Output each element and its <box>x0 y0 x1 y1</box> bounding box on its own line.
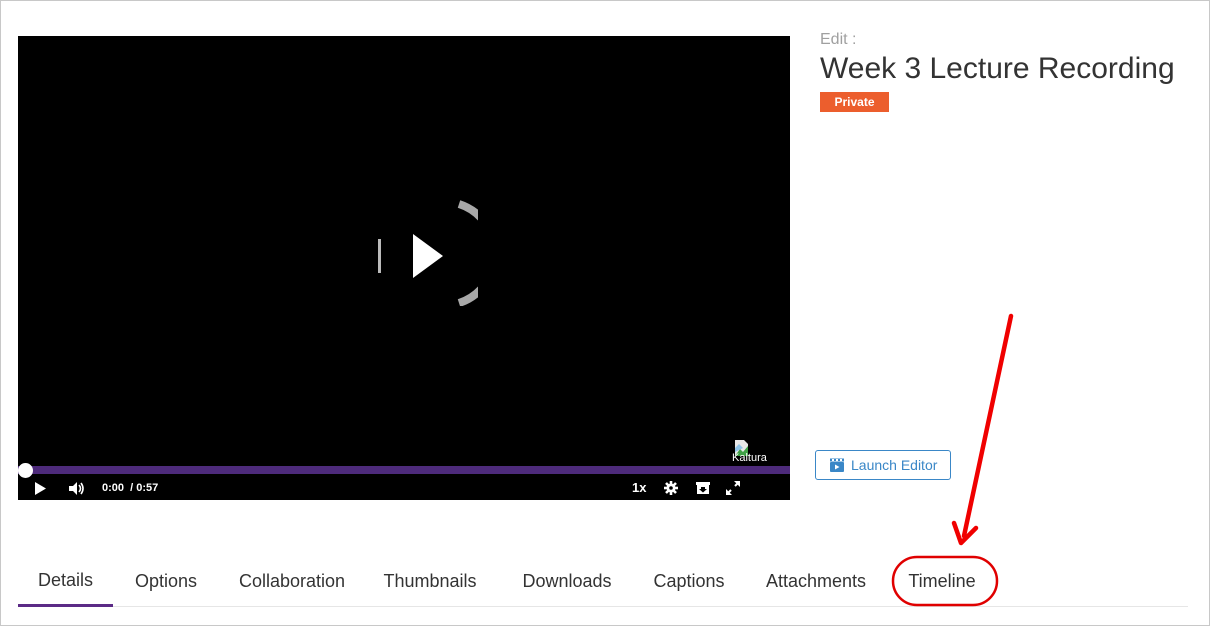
control-bar: 0:00 / 0:57 1x <box>18 476 790 500</box>
tab-downloads[interactable]: Downloads <box>512 556 622 606</box>
tab-bar: Details Options Collaboration Thumbnails… <box>18 556 1188 607</box>
video-player[interactable]: 0:00 / 0:57 1x <box>18 36 790 500</box>
loading-bar-icon <box>378 239 381 273</box>
play-icon <box>35 481 46 495</box>
fullscreen-icon <box>726 481 740 495</box>
gear-icon <box>664 481 678 495</box>
fullscreen-button[interactable] <box>724 476 742 500</box>
launch-editor-label: Launch Editor <box>851 457 938 473</box>
tab-captions[interactable]: Captions <box>644 556 734 606</box>
privacy-badge: Private <box>820 92 889 112</box>
playback-speed-button[interactable]: 1x <box>632 480 646 495</box>
logo-alt-text: Kaltura <box>732 452 767 464</box>
progress-bar[interactable] <box>18 466 790 474</box>
big-play-button[interactable] <box>358 196 478 306</box>
tab-thumbnails[interactable]: Thumbnails <box>378 556 482 606</box>
download-button[interactable] <box>694 476 712 500</box>
volume-icon <box>69 481 84 495</box>
duration: / 0:57 <box>130 482 159 494</box>
tab-attachments[interactable]: Attachments <box>758 556 874 606</box>
launch-editor-button[interactable]: Launch Editor <box>815 450 951 480</box>
download-icon <box>696 482 710 494</box>
play-icon <box>413 234 443 278</box>
tab-options[interactable]: Options <box>122 556 210 606</box>
volume-button[interactable] <box>66 476 88 500</box>
tab-details[interactable]: Details <box>18 556 113 607</box>
loading-spinner-icon <box>457 200 478 306</box>
tab-timeline[interactable]: Timeline <box>898 556 986 606</box>
settings-button[interactable] <box>662 476 680 500</box>
play-button[interactable] <box>30 476 50 500</box>
time-display: 0:00 / 0:57 <box>102 482 158 494</box>
clapperboard-icon <box>830 458 844 472</box>
edit-label: Edit : <box>820 31 857 48</box>
tab-collaboration[interactable]: Collaboration <box>228 556 356 606</box>
current-time: 0:00 <box>102 482 125 494</box>
page-title: Week 3 Lecture Recording <box>820 52 1175 85</box>
kaltura-logo[interactable]: Kaltura <box>732 440 772 464</box>
